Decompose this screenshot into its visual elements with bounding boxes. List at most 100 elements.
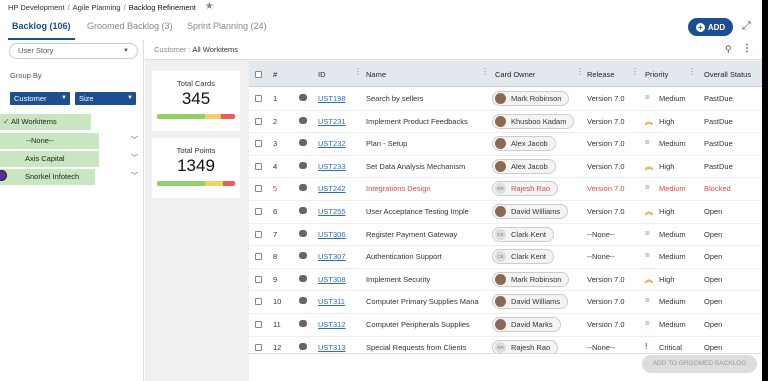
workitem-id-link[interactable]: UST232 bbox=[318, 139, 346, 148]
row-checkbox[interactable] bbox=[255, 95, 262, 102]
table-row[interactable]: 10 UST311 Computer Primary Supplies Mana Da… bbox=[249, 291, 762, 314]
comment-icon[interactable] bbox=[299, 161, 307, 169]
table-row[interactable]: 11 UST312 Computer Peripherals Supplies Dav… bbox=[249, 314, 762, 337]
comment-icon[interactable] bbox=[299, 184, 307, 192]
card-owner-chip[interactable]: RR Rajesh Rao bbox=[492, 181, 559, 197]
column-header-id[interactable]: ID bbox=[318, 70, 326, 79]
card-owner-chip[interactable]: Alex Jacob bbox=[492, 136, 556, 152]
workitem-name[interactable]: Authentication Support bbox=[366, 252, 442, 261]
workitem-id-link[interactable]: UST312 bbox=[318, 320, 346, 329]
card-owner-chip[interactable]: Mark Robinson bbox=[492, 91, 570, 106]
tree-item-snorkel-infotech[interactable]: Snorkel Infotech ﹀ bbox=[0, 169, 144, 185]
column-header-number[interactable]: # bbox=[273, 70, 277, 79]
workitem-id-link[interactable]: UST233 bbox=[318, 162, 346, 171]
star-icon[interactable]: ★ bbox=[205, 2, 214, 12]
workitem-id-link[interactable]: UST255 bbox=[318, 207, 346, 216]
workitem-name[interactable]: User Acceptance Testing Imple bbox=[366, 207, 469, 216]
column-header-release[interactable]: Release bbox=[587, 70, 615, 79]
workitem-id-link[interactable]: UST313 bbox=[318, 343, 346, 352]
workitem-id-link[interactable]: UST242 bbox=[318, 184, 346, 193]
card-owner-chip[interactable]: David Marks bbox=[492, 317, 561, 332]
card-owner-chip[interactable]: David Williams bbox=[492, 294, 569, 310]
workitem-name[interactable]: Set Data Analysis Mechanism bbox=[366, 162, 465, 171]
workitem-id-link[interactable]: UST307 bbox=[318, 252, 346, 261]
tab-sprint-planning[interactable]: Sprint Planning (24) bbox=[187, 20, 267, 40]
workitem-name[interactable]: Computer Peripherals Supplies bbox=[366, 320, 470, 329]
comment-icon[interactable] bbox=[299, 229, 307, 237]
tab-backlog[interactable]: Backlog (106) bbox=[8, 20, 75, 40]
chevron-down-icon[interactable]: ﹀ bbox=[131, 169, 138, 185]
comment-icon[interactable] bbox=[299, 139, 307, 147]
workitem-name[interactable]: Search by sellers bbox=[366, 94, 424, 103]
column-menu-icon[interactable]: ⋮ bbox=[481, 67, 489, 76]
workitem-name[interactable]: Computer Primary Supplies Mana bbox=[366, 297, 479, 306]
row-checkbox[interactable] bbox=[255, 343, 262, 351]
breadcrumb-item-hp-development[interactable]: HP Development bbox=[8, 3, 65, 12]
column-menu-icon[interactable]: ⋮ bbox=[688, 67, 696, 76]
column-header-priority[interactable]: Priority bbox=[645, 70, 668, 79]
more-options-icon[interactable]: ⋮ bbox=[742, 43, 752, 54]
row-checkbox[interactable] bbox=[255, 253, 262, 261]
table-row[interactable]: 3 UST232 Plan - Setup Alex Jacob Version 7.0… bbox=[249, 133, 762, 156]
card-owner-chip[interactable]: Mark Robinson bbox=[492, 271, 570, 287]
tree-item-all-workitems[interactable]: ✓ All Workitems bbox=[0, 114, 144, 130]
workitem-id-link[interactable]: UST311 bbox=[318, 297, 345, 306]
tree-item-none[interactable]: --None-- ﹀ bbox=[0, 133, 144, 149]
table-row[interactable]: 2 UST231 Implement Product Feedbacks Khusbo… bbox=[249, 111, 762, 134]
table-row[interactable]: 1 UST198 Search by sellers Mark Robinson Ver… bbox=[249, 88, 762, 111]
workitem-id-link[interactable]: UST198 bbox=[318, 94, 346, 103]
table-row[interactable]: 7 UST306 Register Payment Gateway CK Clark K… bbox=[249, 224, 762, 247]
tree-item-axis-capital[interactable]: Axis Capital ﹀ bbox=[0, 151, 144, 167]
search-icon[interactable]: ⚲ bbox=[725, 44, 732, 55]
row-checkbox[interactable] bbox=[255, 230, 262, 238]
workitem-name[interactable]: Implement Security bbox=[366, 275, 430, 284]
table-row[interactable]: 4 UST233 Set Data Analysis Mechanism Alex J… bbox=[249, 156, 762, 179]
story-type-select[interactable]: User Story ▼ bbox=[9, 43, 138, 59]
comment-icon[interactable] bbox=[299, 252, 307, 260]
card-owner-chip[interactable]: CK Clark Kent bbox=[492, 249, 555, 265]
column-header-overall-status[interactable]: Overall Status bbox=[704, 70, 751, 79]
card-owner-chip[interactable]: Khusboo Kadam bbox=[492, 113, 575, 129]
add-to-groomed-backlog-button[interactable]: ADD TO GROOMED BACKLOG bbox=[642, 355, 757, 373]
comment-icon[interactable] bbox=[299, 94, 307, 101]
group-by-size-select[interactable]: Size ▼ bbox=[75, 92, 136, 105]
add-button[interactable]: + ADD bbox=[688, 18, 733, 36]
comment-icon[interactable] bbox=[299, 320, 307, 327]
table-row[interactable]: 8 UST307 Authentication Support CK Clark Ken… bbox=[249, 246, 762, 269]
workitem-name[interactable]: Register Payment Gateway bbox=[366, 230, 457, 239]
comment-icon[interactable] bbox=[299, 297, 307, 305]
workitem-name[interactable]: Special Requests from Clients bbox=[366, 343, 466, 352]
workitem-id-link[interactable]: UST308 bbox=[318, 275, 346, 284]
tab-groomed-backlog[interactable]: Groomed Backlog (3) bbox=[87, 20, 173, 40]
column-header-name[interactable]: Name bbox=[366, 70, 386, 79]
comment-icon[interactable] bbox=[299, 207, 307, 214]
group-by-customer-select[interactable]: Customer ▼ bbox=[10, 92, 70, 105]
column-menu-icon[interactable]: ⋮ bbox=[631, 67, 639, 76]
chevron-down-icon[interactable]: ﹀ bbox=[131, 133, 138, 149]
select-all-checkbox[interactable] bbox=[255, 71, 262, 78]
comment-icon[interactable] bbox=[299, 116, 307, 124]
workitem-id-link[interactable]: UST306 bbox=[318, 230, 346, 239]
row-checkbox[interactable] bbox=[255, 140, 262, 148]
row-checkbox[interactable] bbox=[255, 208, 262, 215]
workitem-name[interactable]: Implement Product Feedbacks bbox=[366, 117, 468, 126]
table-row[interactable]: 6 UST255 User Acceptance Testing Imple Davi… bbox=[249, 201, 762, 224]
row-checkbox[interactable] bbox=[255, 275, 262, 283]
card-owner-chip[interactable]: Alex Jacob bbox=[492, 158, 556, 174]
column-header-card-owner[interactable]: Card Owner bbox=[495, 70, 535, 79]
comment-icon[interactable] bbox=[299, 342, 307, 350]
column-menu-icon[interactable]: ⋮ bbox=[354, 67, 362, 76]
workitem-name[interactable]: Plan - Setup bbox=[366, 139, 407, 148]
breadcrumb-item-agile-planning[interactable]: Agile Planning bbox=[73, 3, 121, 12]
column-menu-icon[interactable]: ⋮ bbox=[576, 67, 584, 76]
card-owner-chip[interactable]: CK Clark Kent bbox=[492, 226, 555, 242]
workitem-name[interactable]: Integrations Design bbox=[366, 184, 431, 193]
row-checkbox[interactable] bbox=[255, 185, 262, 193]
table-row[interactable]: 9 UST308 Implement Security Mark Robinson Ve… bbox=[249, 269, 762, 292]
table-row[interactable]: 5 UST242 Integrations Design RR Rajesh Rao Ve… bbox=[249, 178, 762, 201]
row-checkbox[interactable] bbox=[255, 117, 262, 125]
row-checkbox[interactable] bbox=[255, 298, 262, 306]
chevron-down-icon[interactable]: ﹀ bbox=[131, 151, 138, 167]
expand-icon[interactable]: ⤢ bbox=[742, 20, 751, 33]
comment-icon[interactable] bbox=[299, 274, 307, 282]
